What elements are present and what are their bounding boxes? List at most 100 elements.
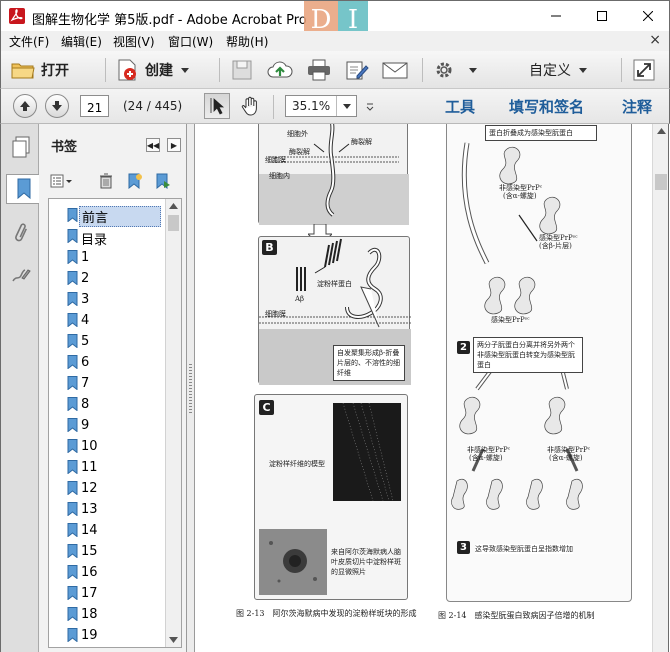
double-chevron-left-icon: ◀◀ — [146, 140, 160, 150]
caption-figure-2-14: 图 2-14 感染型朊蛋白致病因子倍增的机制 — [438, 611, 595, 620]
bookmark-label: 9 — [81, 418, 90, 433]
save-button[interactable] — [231, 57, 253, 83]
email-button[interactable] — [382, 57, 408, 83]
bookmark-item[interactable]: 18 — [49, 604, 166, 625]
bookmark-label: 12 — [81, 481, 98, 496]
bookmark-item[interactable]: 5 — [49, 331, 166, 352]
bookmark-icon — [67, 313, 78, 327]
menu-view[interactable]: 视图(V) — [113, 33, 155, 50]
comment-pane-link[interactable]: 注释 — [622, 96, 652, 117]
fig-a-label-inside: 细胞内 — [269, 172, 290, 180]
bookmark-icon — [67, 460, 78, 474]
cloud-upload-button[interactable] — [267, 57, 293, 83]
page-thumbnails-button[interactable] — [6, 132, 35, 162]
folder-icon — [11, 63, 35, 79]
trash-icon — [100, 173, 112, 189]
bookmark-item[interactable]: 15 — [49, 541, 166, 562]
fig-a-label-cleavage-2: 酶裂解 — [289, 148, 310, 156]
delete-bookmark-button[interactable] — [96, 172, 116, 190]
zoom-select[interactable]: 35.1% — [285, 95, 357, 117]
menu-file[interactable]: 文件(F) — [9, 33, 49, 50]
bookmark-item[interactable]: 前言 — [49, 205, 166, 227]
panel-splitter[interactable] — [187, 124, 195, 652]
bookmarks-list[interactable]: 前言 目录 1 2 3 4 5 6 7 8 9 10 11 12 13 14 15 16 17 18 19 — [48, 198, 182, 648]
close-button[interactable] — [625, 1, 670, 31]
close-document-icon[interactable]: × — [649, 32, 661, 48]
figure-2-14: 蛋白折叠成为感染型朊蛋白 非感染型PrPᶜ (含α-螺旋) 感染型PrPˢᶜ (… — [446, 124, 632, 602]
menu-help[interactable]: 帮助(H) — [226, 33, 268, 50]
bookmark-item[interactable]: 目录 — [49, 226, 166, 248]
settings-dropdown[interactable] — [467, 57, 477, 83]
bookmarks-scrollbar[interactable] — [165, 199, 181, 647]
bookmark-item[interactable]: 19 — [49, 625, 166, 646]
menu-edit[interactable]: 编辑(E) — [61, 33, 102, 50]
toolbar-divider — [273, 95, 274, 119]
fullscreen-button[interactable] — [633, 57, 655, 83]
settings-button[interactable] — [434, 57, 454, 83]
open-label: 打开 — [41, 63, 69, 79]
next-page-button[interactable] — [45, 94, 69, 118]
minimize-button[interactable] — [533, 1, 579, 31]
scrollbar-thumb[interactable] — [655, 174, 667, 190]
new-bookmark-icon — [128, 173, 142, 189]
bookmark-item[interactable]: 12 — [49, 478, 166, 499]
tools-pane-link[interactable]: 工具 — [445, 96, 475, 117]
create-button[interactable]: 创建 — [115, 57, 189, 83]
edit-text-button[interactable] — [345, 57, 369, 83]
customize-button[interactable]: 自定义 — [523, 57, 587, 83]
bookmark-item[interactable]: 11 — [49, 457, 166, 478]
more-tools-button[interactable] — [365, 101, 375, 115]
panel-options-button[interactable]: ▶ — [167, 138, 181, 152]
figure-panel-a: 细胞外 细胞膜 细胞内 酶裂解 酶裂解 — [258, 124, 409, 225]
maximize-button[interactable] — [579, 1, 625, 31]
splitter-grip[interactable] — [189, 364, 192, 414]
fill-sign-pane-link[interactable]: 填写和签名 — [509, 96, 584, 117]
new-bookmark-button[interactable] — [125, 172, 145, 190]
bookmark-item[interactable]: 9 — [49, 415, 166, 436]
scroll-down-icon[interactable] — [169, 637, 178, 643]
bookmark-item[interactable]: 13 — [49, 499, 166, 520]
bookmark-item[interactable]: 10 — [49, 436, 166, 457]
bookmark-item[interactable]: 3 — [49, 289, 166, 310]
previous-page-button[interactable] — [13, 94, 37, 118]
bookmark-icon — [67, 208, 78, 222]
menu-window[interactable]: 窗口(W) — [168, 33, 213, 50]
signatures-button[interactable] — [6, 260, 35, 290]
bookmark-item[interactable]: 1 — [49, 247, 166, 268]
select-tool-button[interactable] — [204, 93, 230, 119]
bookmark-item[interactable]: 7 — [49, 373, 166, 394]
bookmark-tag-icon — [156, 173, 170, 189]
bookmark-item[interactable]: 6 — [49, 352, 166, 373]
bookmark-item[interactable]: 8 — [49, 394, 166, 415]
attachments-button[interactable] — [6, 218, 35, 248]
zoom-value: 35.1% — [292, 99, 331, 113]
bookmarks-panel-button[interactable] — [6, 174, 40, 204]
menu-bar: 文件(F) 编辑(E) 视图(V) 窗口(W) 帮助(H) × — [0, 31, 670, 51]
fig-b-label-amyloid: 淀粉样蛋白 — [317, 280, 352, 288]
zoom-dropdown-button[interactable] — [336, 96, 356, 116]
expand-bookmark-button[interactable] — [153, 172, 173, 190]
scroll-up-icon[interactable] — [657, 128, 666, 134]
bookmark-item[interactable]: 14 — [49, 520, 166, 541]
step-3-number: 3 — [457, 541, 470, 554]
document-scrollbar[interactable] — [652, 124, 669, 652]
bookmark-icon — [67, 355, 78, 369]
print-button[interactable] — [306, 57, 332, 83]
step-3-text: 这导致感染型朊蛋白呈指数增加 — [475, 544, 573, 554]
scrollbar-thumb[interactable] — [168, 215, 179, 231]
page-number-input[interactable] — [80, 95, 109, 117]
bookmark-item[interactable]: 2 — [49, 268, 166, 289]
collapse-panel-button[interactable]: ◀◀ — [146, 138, 160, 152]
pages-icon — [12, 136, 29, 158]
bookmark-options-button[interactable] — [49, 172, 75, 190]
open-button[interactable]: 打开 — [11, 57, 69, 83]
document-view[interactable]: 细胞外 细胞膜 细胞内 酶裂解 酶裂解 B 淀粉样蛋白 Aβ 细胞膜 自发聚集形… — [196, 124, 652, 652]
bookmark-item[interactable]: 17 — [49, 583, 166, 604]
bookmark-icon — [67, 229, 78, 243]
bookmark-label: 13 — [81, 502, 98, 517]
hand-tool-button[interactable] — [237, 93, 263, 119]
bookmark-item[interactable]: 16 — [49, 562, 166, 583]
bookmark-item[interactable]: 4 — [49, 310, 166, 331]
bookmark-label: 11 — [81, 460, 98, 475]
scroll-up-icon[interactable] — [169, 203, 178, 209]
